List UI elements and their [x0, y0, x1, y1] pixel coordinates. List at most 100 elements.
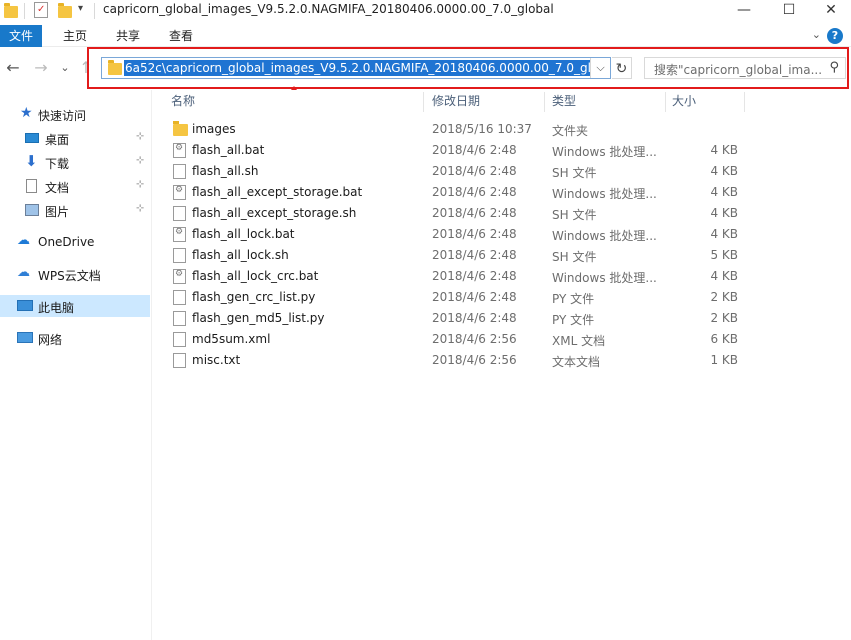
file-date: 2018/5/16 10:37 [432, 122, 532, 136]
file-name: flash_all_except_storage.bat [192, 185, 363, 199]
sidebar-item-label: 文档 [45, 181, 70, 195]
column-header-type[interactable]: 类型 [552, 90, 576, 112]
ribbon-tabs: 文件 主页 共享 查看 ⌄ ? [0, 25, 851, 47]
pin-icon: ⊹ [136, 203, 145, 214]
file-name: images [192, 122, 236, 136]
file-type: Windows 批处理... [552, 229, 657, 243]
sidebar-item-quick-access[interactable]: ★ 快速访问 [0, 103, 150, 125]
tab-share[interactable]: 共享 [116, 25, 140, 47]
sidebar-item-network[interactable]: 网络 [0, 327, 150, 349]
address-bar[interactable]: 6a52c\capricorn_global_images_V9.5.2.0.N… [101, 57, 611, 79]
file-row[interactable]: flash_gen_md5_list.py 2018/4/6 2:48 PY 文件 2… [168, 308, 768, 329]
file-name: flash_all.bat [192, 143, 265, 157]
download-icon: ⬇ [25, 152, 38, 170]
recent-locations-button[interactable]: ⌄ [56, 61, 74, 74]
file-row[interactable]: misc.txt 2018/4/6 2:56 文本文档 1 KB [168, 350, 768, 371]
maximize-button[interactable]: ☐ [766, 0, 812, 22]
tab-view[interactable]: 查看 [169, 25, 193, 47]
minimize-button[interactable]: — [721, 0, 767, 22]
divider [24, 3, 25, 19]
file-type: PY 文件 [552, 292, 595, 306]
address-input[interactable]: 6a52c\capricorn_global_images_V9.5.2.0.N… [124, 60, 590, 76]
sidebar-item-label: 桌面 [45, 133, 70, 147]
column-divider[interactable] [744, 92, 745, 112]
file-row[interactable]: flash_all.sh 2018/4/6 2:48 SH 文件 4 KB [168, 161, 768, 182]
sidebar-item-label: 此电脑 [38, 301, 75, 315]
file-size: 4 KB [710, 185, 738, 199]
file-date: 2018/4/6 2:56 [432, 353, 517, 367]
folder-icon [173, 121, 188, 136]
refresh-button[interactable]: ↻ [612, 57, 632, 79]
file-type: Windows 批处理... [552, 271, 657, 285]
column-header-size[interactable]: 大小 [672, 90, 696, 112]
file-date: 2018/4/6 2:48 [432, 311, 517, 325]
file-icon [173, 164, 186, 179]
file-name: flash_gen_crc_list.py [192, 290, 316, 304]
column-divider[interactable] [665, 92, 666, 112]
sidebar-item-label: 下载 [45, 157, 70, 171]
file-size: 4 KB [710, 269, 738, 283]
close-button[interactable]: ✕ [808, 0, 851, 22]
properties-icon[interactable]: ✓ [34, 2, 48, 18]
file-date: 2018/4/6 2:48 [432, 290, 517, 304]
file-icon [173, 248, 186, 263]
file-name: flash_all_except_storage.sh [192, 206, 357, 220]
file-icon [173, 290, 186, 305]
file-type: 文件夹 [552, 124, 589, 138]
computer-icon [17, 300, 33, 311]
file-size: 5 KB [710, 248, 738, 262]
file-name: flash_all_lock_crc.bat [192, 269, 319, 283]
file-size: 4 KB [710, 164, 738, 178]
file-date: 2018/4/6 2:48 [432, 185, 517, 199]
customize-quick-access-icon[interactable]: ▾ [78, 3, 83, 14]
sidebar-item-downloads[interactable]: ⬇ 下载 ⊹ [0, 151, 150, 173]
file-icon [173, 311, 186, 326]
column-header-name[interactable]: 名称 [171, 90, 195, 112]
file-row[interactable]: flash_all.bat 2018/4/6 2:48 Windows 批处理...… [168, 140, 768, 161]
search-box[interactable]: 搜索"capricorn_global_ima... ⚲ [644, 57, 846, 79]
file-row[interactable]: flash_all_lock.bat 2018/4/6 2:48 Windows 批… [168, 224, 768, 245]
file-name: flash_gen_md5_list.py [192, 311, 325, 325]
file-name: md5sum.xml [192, 332, 271, 346]
batch-file-icon [173, 269, 186, 284]
back-button[interactable]: ← [4, 58, 22, 77]
file-row[interactable]: flash_all_except_storage.bat 2018/4/6 2:4… [168, 182, 768, 203]
sidebar-item-documents[interactable]: 文档 ⊹ [0, 175, 150, 197]
tab-home[interactable]: 主页 [63, 25, 87, 47]
sidebar-item-this-pc[interactable]: 此电脑 [0, 295, 150, 317]
file-size: 1 KB [710, 353, 738, 367]
tab-file[interactable]: 文件 [0, 25, 42, 47]
file-size: 4 KB [710, 227, 738, 241]
file-row[interactable]: flash_all_lock_crc.bat 2018/4/6 2:48 Windo… [168, 266, 768, 287]
sidebar-item-desktop[interactable]: 桌面 ⊹ [0, 127, 150, 149]
new-folder-icon[interactable] [58, 3, 72, 18]
file-row[interactable]: md5sum.xml 2018/4/6 2:56 XML 文档 6 KB [168, 329, 768, 350]
file-row[interactable]: flash_all_except_storage.sh 2018/4/6 2:48… [168, 203, 768, 224]
sidebar-item-wps[interactable]: ☁ WPS云文档 [0, 263, 150, 285]
address-dropdown-button[interactable]: ⌵ [590, 58, 610, 78]
file-name: misc.txt [192, 353, 241, 367]
file-name: flash_all_lock.sh [192, 248, 289, 262]
column-divider[interactable] [544, 92, 545, 112]
expand-ribbon-icon[interactable]: ⌄ [812, 28, 821, 41]
forward-button[interactable]: → [32, 58, 50, 77]
file-row[interactable]: flash_gen_crc_list.py 2018/4/6 2:48 PY 文件 2… [168, 287, 768, 308]
file-type: SH 文件 [552, 250, 597, 264]
file-type: Windows 批处理... [552, 187, 657, 201]
folder-icon[interactable] [4, 3, 18, 18]
cloud-icon: ☁ [17, 233, 30, 248]
batch-file-icon [173, 227, 186, 242]
column-header-date[interactable]: 修改日期 [432, 90, 480, 112]
search-input[interactable]: 搜索"capricorn_global_ima... [654, 61, 824, 78]
help-icon[interactable]: ? [827, 28, 843, 44]
batch-file-icon [173, 185, 186, 200]
sidebar-item-pictures[interactable]: 图片 ⊹ [0, 199, 150, 221]
file-row[interactable]: flash_all_lock.sh 2018/4/6 2:48 SH 文件 5 KB [168, 245, 768, 266]
star-icon: ★ [20, 105, 33, 121]
column-divider[interactable] [423, 92, 424, 112]
search-icon[interactable]: ⚲ [829, 60, 839, 75]
sidebar-item-onedrive[interactable]: ☁ OneDrive [0, 231, 150, 253]
file-row[interactable]: images 2018/5/16 10:37 文件夹 [168, 119, 768, 140]
file-list: 名称 修改日期 类型 大小 images 2018/5/16 10:37 文件夹 fl… [155, 90, 851, 640]
file-icon [173, 206, 186, 221]
